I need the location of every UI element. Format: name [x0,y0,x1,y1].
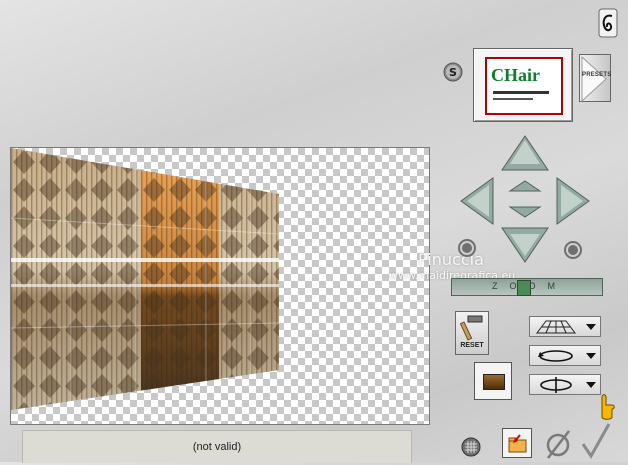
checkmark-icon [581,423,611,459]
grid-icon [461,437,481,457]
nudge-down-button[interactable] [508,203,542,219]
rotate-loop-icon [538,349,573,362]
reset-label: RESET [460,342,484,349]
thumbnail-text: CHair [491,65,540,85]
perspective-dropdown[interactable] [529,316,601,337]
move-left-button[interactable] [459,176,495,226]
pointing-hand-icon [597,393,617,421]
settings-s-button[interactable]: S [443,62,463,82]
folder-icon [508,434,527,453]
chevron-down-icon [586,381,596,388]
chevron-down-icon [586,323,596,330]
nudge-up-button[interactable] [508,179,542,195]
axis-rotation-dropdown[interactable] [529,374,601,395]
presets-label: PRESETS [582,72,612,78]
preview-canvas[interactable] [10,147,430,425]
rotation-dropdown[interactable] [529,345,601,366]
presets-button[interactable]: PRESETS [579,54,612,103]
cancel-button[interactable] [544,428,572,460]
preset-thumbnail[interactable]: CHair [473,48,573,122]
grid-toggle-button[interactable] [461,437,481,457]
move-up-button[interactable] [500,134,550,172]
cancel-icon [546,430,570,459]
move-down-button[interactable] [500,226,550,264]
svg-text:S: S [449,66,457,79]
chevron-down-icon [586,352,596,359]
thumbnail-image: CHair [485,57,563,115]
zoom-slider-thumb[interactable] [517,280,531,296]
texture-swatch-button[interactable] [474,362,512,400]
preview-image [11,148,279,410]
rotate-left-icon[interactable] [456,237,478,259]
reset-button[interactable]: RESET [455,311,489,355]
rotate-axis-icon [540,376,572,393]
grid-perspective-icon [536,320,576,333]
help-icon[interactable] [598,8,618,38]
status-text: (not valid) [192,441,242,453]
rotate-right-icon[interactable] [562,239,584,261]
ok-button[interactable] [580,422,612,460]
open-folder-button[interactable] [502,428,532,458]
status-bar: (not valid) [22,430,412,463]
move-right-button[interactable] [555,176,591,226]
zoom-slider[interactable]: ZOOM [451,278,603,296]
texture-swatch [483,374,505,390]
hammer-icon [460,315,483,341]
